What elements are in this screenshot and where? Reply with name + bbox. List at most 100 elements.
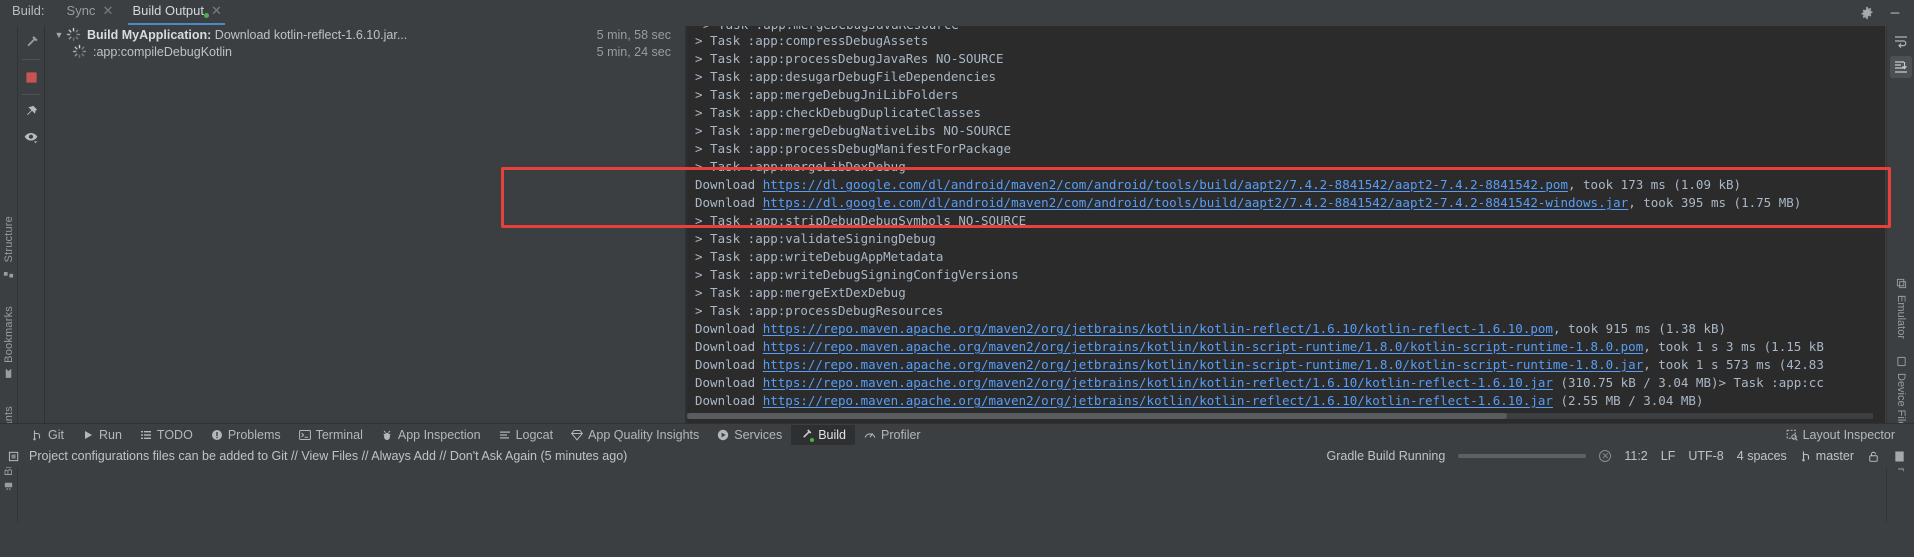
cancel-progress-icon[interactable]: ✕ (1599, 450, 1612, 462)
download-prefix: Download (695, 177, 763, 192)
task-text: > Task :app:processDebugJavaRes NO-SOURC… (695, 51, 1004, 66)
progress-bar (1458, 454, 1587, 458)
build-variants-icon (4, 481, 15, 492)
terminal-icon (298, 429, 311, 441)
download-url-link[interactable]: https://dl.google.com/dl/android/maven2/… (763, 195, 1628, 210)
download-prefix: Download (695, 375, 763, 390)
console-task-line: > Task :app:compressDebugAssets (687, 32, 1885, 50)
pin-icon[interactable] (20, 101, 42, 123)
lock-icon[interactable] (1867, 450, 1880, 463)
console-download-line: Download https://repo.maven.apache.org/m… (687, 320, 1885, 338)
running-dot-icon (203, 13, 209, 18)
bottom-bar-item-git[interactable]: Git (22, 425, 73, 445)
emulator-icon (1896, 278, 1907, 289)
bottom-bar-item-logcat[interactable]: Logcat (490, 425, 563, 445)
download-meta: , took 1 s 573 ms (42.83 (1643, 357, 1824, 372)
git-branch-icon (31, 429, 43, 441)
bottom-bar-label: App Quality Insights (588, 427, 700, 442)
tree-row[interactable]: :app:compileDebugKotlin 5 min, 24 sec (46, 43, 685, 60)
bottom-bar-item-run[interactable]: Run (73, 425, 131, 445)
download-url-link[interactable]: https://repo.maven.apache.org/maven2/org… (763, 357, 1644, 372)
status-bar-indent[interactable]: 4 spaces (1737, 449, 1787, 463)
layout-inspector-icon (1786, 429, 1798, 441)
download-prefix: Download (695, 339, 763, 354)
tree-row[interactable]: ▼ Build MyApplication: Download kotlin-r… (46, 26, 685, 43)
status-bar-branch[interactable]: master (1800, 449, 1854, 463)
console-task-line: > Task :app:mergeLibDexDebug (687, 158, 1885, 176)
download-url-link[interactable]: https://repo.maven.apache.org/maven2/org… (763, 339, 1644, 354)
download-meta: , took 1 s 3 ms (1.15 kB (1643, 339, 1824, 354)
build-output-tree[interactable]: ▼ Build MyApplication: Download kotlin-r… (46, 26, 685, 423)
status-bar-encoding[interactable]: UTF-8 (1688, 449, 1723, 463)
console-download-line: Download https://repo.maven.apache.org/m… (687, 374, 1885, 392)
download-meta: , took 395 ms (1.75 MB) (1628, 195, 1802, 210)
bottom-bar-label: Git (48, 427, 64, 442)
download-prefix: Download (695, 195, 763, 210)
stripe-button-structure[interactable]: Structure (0, 216, 18, 278)
build-console[interactable]: > Task :app:mergeDebugJavaResource > Tas… (687, 26, 1885, 423)
download-url-link[interactable]: https://repo.maven.apache.org/maven2/org… (763, 321, 1553, 336)
tab-sync[interactable]: Sync ✕ (57, 0, 123, 26)
close-icon[interactable]: ✕ (211, 4, 222, 17)
task-text: > Task :app:processDebugResources (695, 303, 944, 318)
stripe-button-emulator[interactable]: Emulator (1891, 278, 1911, 339)
console-download-line: Download https://dl.google.com/dl/androi… (687, 194, 1885, 212)
console-download-line: Download https://repo.maven.apache.org/m… (687, 392, 1885, 409)
bottom-bar-item-profiler[interactable]: Profiler (855, 425, 930, 445)
soft-wrap-icon[interactable] (1890, 30, 1912, 52)
task-text: > Task :app:validateSigningDebug (695, 231, 936, 246)
status-bar-notification-text[interactable]: Project configurations files can be adde… (29, 449, 627, 463)
scroll-to-end-icon[interactable] (1889, 56, 1912, 78)
console-task-line: > Task :app:mergeDebugNativeLibs NO-SOUR… (687, 122, 1885, 140)
bottom-bar-item-app-inspection[interactable]: App Inspection (372, 425, 490, 445)
download-url-link[interactable]: https://dl.google.com/dl/android/maven2/… (763, 177, 1568, 192)
tool-window-header-actions (1860, 0, 1914, 26)
bottom-bar-item-problems[interactable]: Problems (202, 425, 290, 445)
problems-icon (211, 429, 223, 441)
download-url-link[interactable]: https://repo.maven.apache.org/maven2/org… (763, 375, 1553, 390)
status-bar-line-separator[interactable]: LF (1661, 449, 1676, 463)
status-bar-progress-text: Gradle Build Running (1326, 449, 1446, 463)
toolbar-separator (22, 59, 40, 60)
tool-window-title: Build: (12, 3, 45, 18)
spinner-icon (66, 27, 82, 43)
bottom-bar-item-todo[interactable]: TODO (131, 425, 202, 445)
chevron-down-icon[interactable]: ▼ (52, 30, 66, 40)
console-horizontal-scrollbar[interactable] (687, 410, 1873, 422)
bottom-bar-item-build[interactable]: Build (791, 424, 855, 445)
download-url-link[interactable]: https://repo.maven.apache.org/maven2/org… (763, 393, 1553, 408)
tree-row-duration: 5 min, 24 sec (596, 44, 671, 59)
tab-build-output[interactable]: Build Output ✕ (122, 0, 231, 26)
event-log-icon[interactable] (8, 450, 21, 463)
close-icon[interactable]: ✕ (102, 4, 113, 17)
task-text: > Task :app:writeDebugSigningConfigVersi… (695, 267, 1019, 282)
bottom-bar-item-services[interactable]: Services (708, 425, 791, 445)
status-bar-caret-position[interactable]: 11:2 (1624, 449, 1647, 463)
status-bar-notification[interactable]: Project configurations files can be adde… (8, 449, 627, 463)
stripe-label-emulator: Emulator (1895, 295, 1907, 340)
device-file-explorer-icon (1896, 356, 1907, 367)
minimize-icon[interactable] (1888, 6, 1902, 20)
stop-icon[interactable] (20, 66, 42, 88)
running-dot-icon (810, 437, 815, 442)
console-download-line: Download https://repo.maven.apache.org/m… (687, 356, 1885, 374)
eye-icon[interactable] (20, 126, 42, 148)
bottom-bar-item-app-quality-insights[interactable]: App Quality Insights (562, 425, 708, 445)
bottom-bar-right-group: Layout Inspector (1777, 425, 1914, 445)
scrollbar-thumb[interactable] (687, 413, 1507, 419)
task-text: > Task :app:mergeDebugNativeLibs NO-SOUR… (695, 123, 1012, 138)
task-text: > Task :app:mergeLibDexDebug (695, 159, 906, 174)
stripe-label-bookmarks: Bookmarks (3, 306, 15, 363)
memory-indicator-icon[interactable] (1893, 450, 1906, 463)
task-text: > Task :app:desugarDebugFileDependencies (695, 69, 997, 84)
console-lines: > Task :app:mergeDebugJavaResource > Tas… (687, 26, 1885, 409)
build-hammer-icon[interactable] (20, 31, 42, 53)
task-text: > Task :app:mergeExtDexDebug (695, 285, 906, 300)
stripe-button-bookmarks[interactable]: Bookmarks (0, 306, 18, 379)
console-task-line: > Task :app:validateSigningDebug (687, 230, 1885, 248)
bottom-bar-item-terminal[interactable]: Terminal (290, 425, 372, 445)
bottom-bar-label: Profiler (881, 427, 921, 442)
gear-icon[interactable] (1860, 6, 1874, 20)
download-meta: , took 173 ms (1.09 kB) (1567, 177, 1742, 192)
bottom-bar-item-layout-inspector[interactable]: Layout Inspector (1777, 425, 1904, 445)
